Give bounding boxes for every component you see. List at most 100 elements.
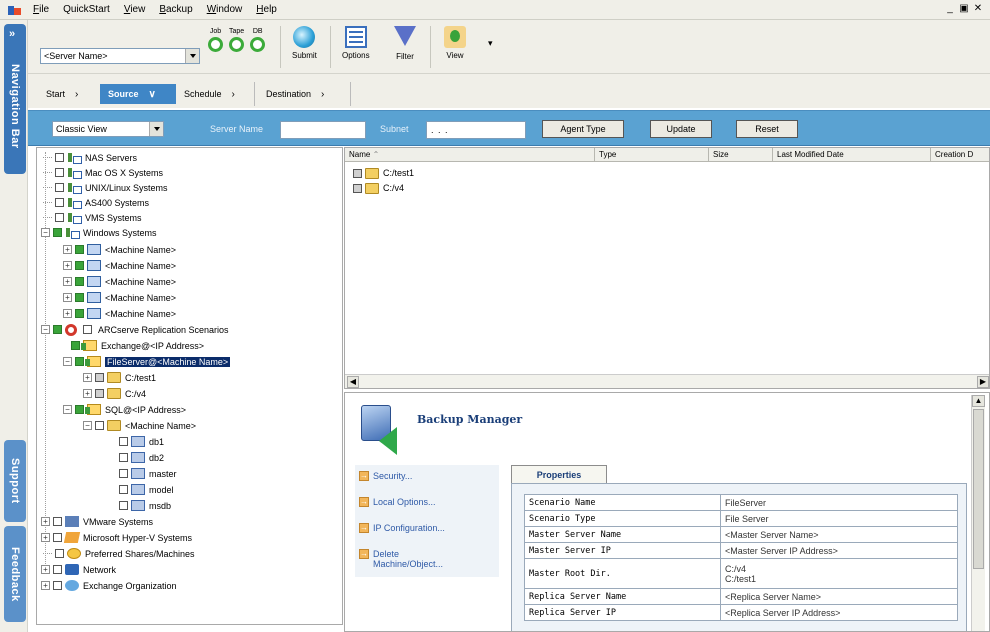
close-icon[interactable]: ✕ [972, 3, 984, 15]
column-creation-date[interactable]: Creation D [931, 148, 989, 162]
checkbox[interactable] [55, 549, 64, 558]
agent-type-button[interactable]: Agent Type [542, 120, 624, 138]
tree-node-machine[interactable]: + <Machine Name> [63, 258, 176, 273]
view-dropdown-arrow-icon[interactable]: ▾ [488, 38, 493, 49]
server-name-combo[interactable]: <Server Name> [40, 48, 200, 64]
ip-configuration-link[interactable]: → IP Configuration... [359, 523, 445, 533]
tree-node-as400[interactable]: AS400 Systems [43, 195, 149, 210]
expand-icon[interactable]: + [63, 245, 72, 254]
tree-node-database[interactable]: db1 [119, 434, 164, 449]
expand-icon[interactable]: + [63, 309, 72, 318]
menu-backup[interactable]: Backup [159, 4, 192, 15]
list-item[interactable]: C:/test1 [353, 166, 414, 180]
expand-icon[interactable]: + [41, 581, 50, 590]
expand-icon[interactable]: + [63, 277, 72, 286]
vertical-scrollbar[interactable]: ▲ [971, 395, 985, 631]
checkbox[interactable] [53, 533, 62, 542]
tab-source[interactable]: Source ∨ [100, 84, 176, 104]
menu-quickstart[interactable]: QuickStart [63, 4, 110, 15]
tree-node-unix[interactable]: UNIX/Linux Systems [43, 180, 168, 195]
scroll-left-icon[interactable]: ◀ [347, 376, 359, 388]
job-status-light[interactable]: Job [208, 28, 223, 52]
checkbox[interactable] [53, 228, 62, 237]
menu-file[interactable]: File [33, 4, 49, 15]
expand-icon[interactable]: + [83, 373, 92, 382]
collapse-icon[interactable]: − [63, 357, 72, 366]
checkbox[interactable] [75, 309, 84, 318]
collapse-icon[interactable]: − [41, 325, 50, 334]
checkbox[interactable] [119, 501, 128, 510]
scrollbar-thumb[interactable] [973, 409, 984, 569]
checkbox[interactable] [71, 341, 80, 350]
restore-icon[interactable]: ▣ [958, 3, 970, 15]
tree-node-preferred[interactable]: Preferred Shares/Machines [43, 546, 195, 561]
minimize-icon[interactable]: _ [944, 3, 956, 15]
delete-machine-link[interactable]: → Delete Machine/Object... [359, 549, 443, 569]
checkbox[interactable] [53, 325, 62, 334]
scroll-up-icon[interactable]: ▲ [972, 395, 985, 407]
menu-help[interactable]: Help [256, 4, 277, 15]
collapse-icon[interactable]: − [41, 228, 50, 237]
chevron-down-icon[interactable] [149, 122, 163, 136]
tab-start[interactable]: Start › [38, 84, 100, 104]
checkbox[interactable] [119, 437, 128, 446]
expand-icon[interactable]: + [63, 293, 72, 302]
tree-node-machine[interactable]: + <Machine Name> [63, 274, 176, 289]
checkbox[interactable] [95, 373, 104, 382]
tree-node-network[interactable]: + Network [41, 562, 116, 577]
tree-node-mac[interactable]: Mac OS X Systems [43, 165, 163, 180]
tab-schedule[interactable]: Schedule › [176, 84, 254, 104]
view-button[interactable]: View [444, 26, 466, 60]
list-item[interactable]: C:/v4 [353, 181, 404, 195]
tree-node-replication[interactable]: − ARCserve Replication Scenarios [41, 322, 229, 337]
filter-button[interactable]: Filter [394, 26, 416, 61]
update-button[interactable]: Update [650, 120, 712, 138]
checkbox[interactable] [55, 168, 64, 177]
checkbox[interactable] [55, 183, 64, 192]
tree-node-exchange-org[interactable]: + Exchange Organization [41, 578, 177, 593]
tree-node-windows[interactable]: − Windows Systems [41, 225, 157, 240]
tree-node-database[interactable]: model [119, 482, 174, 497]
expand-icon[interactable]: + [41, 565, 50, 574]
tab-properties[interactable]: Properties [511, 465, 607, 483]
tab-destination[interactable]: Destination › [258, 84, 350, 104]
tree-node-vmware[interactable]: + VMware Systems [41, 514, 153, 529]
tree-node-database[interactable]: master [119, 466, 177, 481]
tree-node-database[interactable]: msdb [119, 498, 171, 513]
checkbox[interactable] [95, 389, 104, 398]
menu-window[interactable]: Window [207, 4, 243, 15]
security-link[interactable]: → Security... [359, 471, 412, 481]
checkbox[interactable] [53, 517, 62, 526]
tree-node-hyperv[interactable]: + Microsoft Hyper-V Systems [41, 530, 192, 545]
checkbox[interactable] [75, 293, 84, 302]
column-last-modified[interactable]: Last Modified Date [773, 148, 931, 162]
subnet-input[interactable]: . . . [426, 121, 526, 139]
checkbox[interactable] [119, 469, 128, 478]
expand-icon[interactable]: + [41, 533, 50, 542]
checkbox[interactable] [75, 357, 84, 366]
checkbox[interactable] [75, 277, 84, 286]
checkbox[interactable] [95, 421, 104, 430]
tree-node-folder[interactable]: + C:/test1 [83, 370, 156, 385]
checkbox[interactable] [119, 453, 128, 462]
tape-status-light[interactable]: Tape [229, 28, 244, 52]
checkbox[interactable] [55, 153, 64, 162]
column-name[interactable]: Name ⌃ [345, 148, 595, 162]
expand-icon[interactable]: + [63, 261, 72, 270]
server-name-input[interactable] [280, 121, 366, 139]
tree-node-nas[interactable]: NAS Servers [43, 150, 137, 165]
checkbox[interactable] [75, 405, 84, 414]
column-size[interactable]: Size [709, 148, 773, 162]
options-button[interactable]: Options [342, 26, 370, 60]
chevron-down-icon[interactable] [185, 49, 199, 63]
checkbox[interactable] [75, 261, 84, 270]
tree-node-folder[interactable]: + C:/v4 [83, 386, 146, 401]
checkbox[interactable] [53, 581, 62, 590]
feedback-tab[interactable]: Feedback [4, 526, 26, 622]
navigation-bar-tab[interactable]: » Navigation Bar [4, 24, 26, 174]
horizontal-scrollbar[interactable]: ◀ ▶ [345, 374, 989, 388]
tree-node-fileserver[interactable]: − FileServer@<Machine Name> [63, 354, 231, 369]
view-mode-combo[interactable]: Classic View [52, 121, 164, 137]
column-type[interactable]: Type [595, 148, 709, 162]
reset-button[interactable]: Reset [736, 120, 798, 138]
